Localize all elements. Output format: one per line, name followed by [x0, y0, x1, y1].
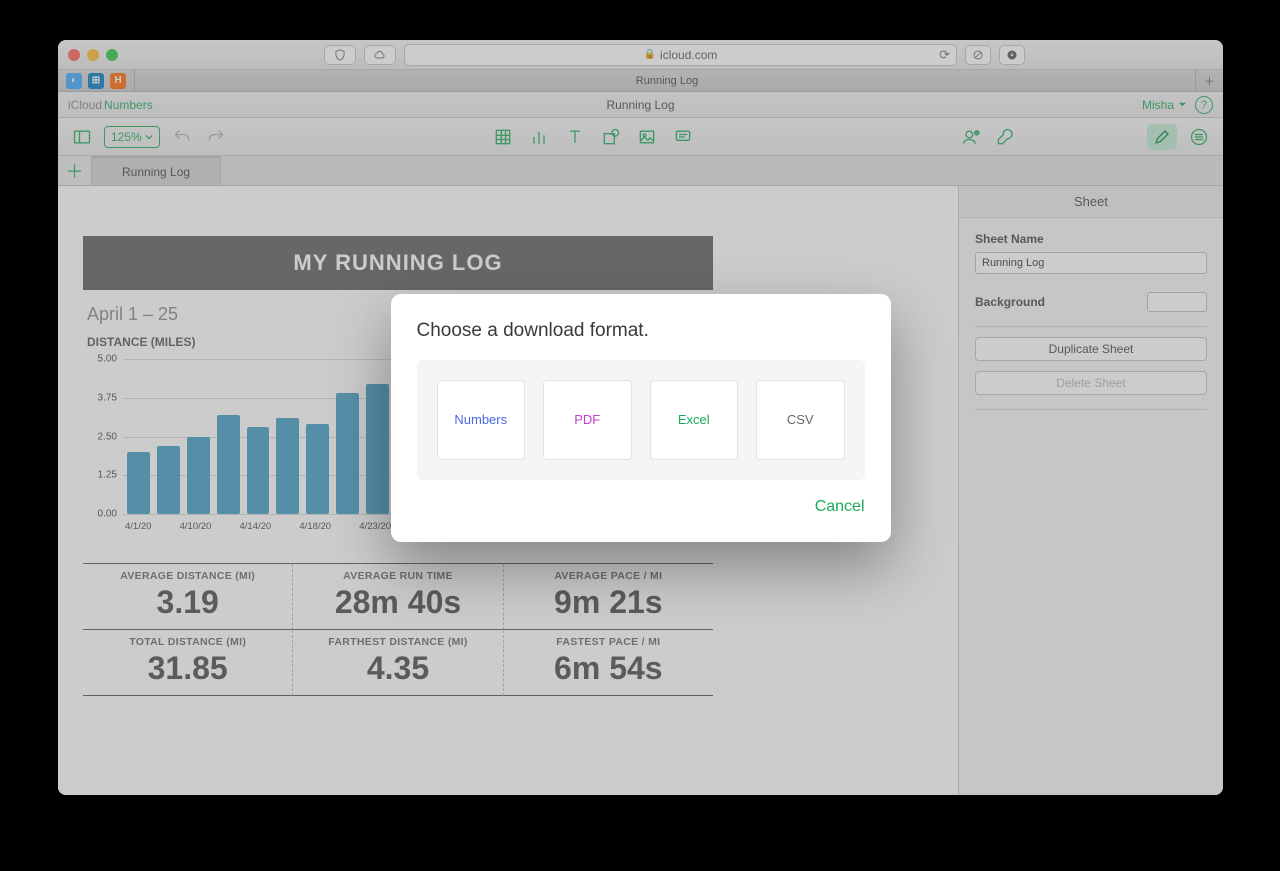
safari-window: 🔒 icloud.com ⟳ ◐ ⊞ H Running Log ＋ iClou…	[58, 40, 1223, 795]
cancel-button[interactable]: Cancel	[815, 498, 865, 515]
format-option-numbers[interactable]: Numbers	[437, 380, 526, 460]
format-option-pdf[interactable]: PDF	[543, 380, 632, 460]
modal-title: Choose a download format.	[417, 320, 865, 342]
download-format-modal: Choose a download format. Numbers PDF Ex…	[391, 294, 891, 542]
format-options: Numbers PDF Excel CSV	[417, 360, 865, 480]
format-option-csv[interactable]: CSV	[756, 380, 845, 460]
format-option-excel[interactable]: Excel	[650, 380, 739, 460]
